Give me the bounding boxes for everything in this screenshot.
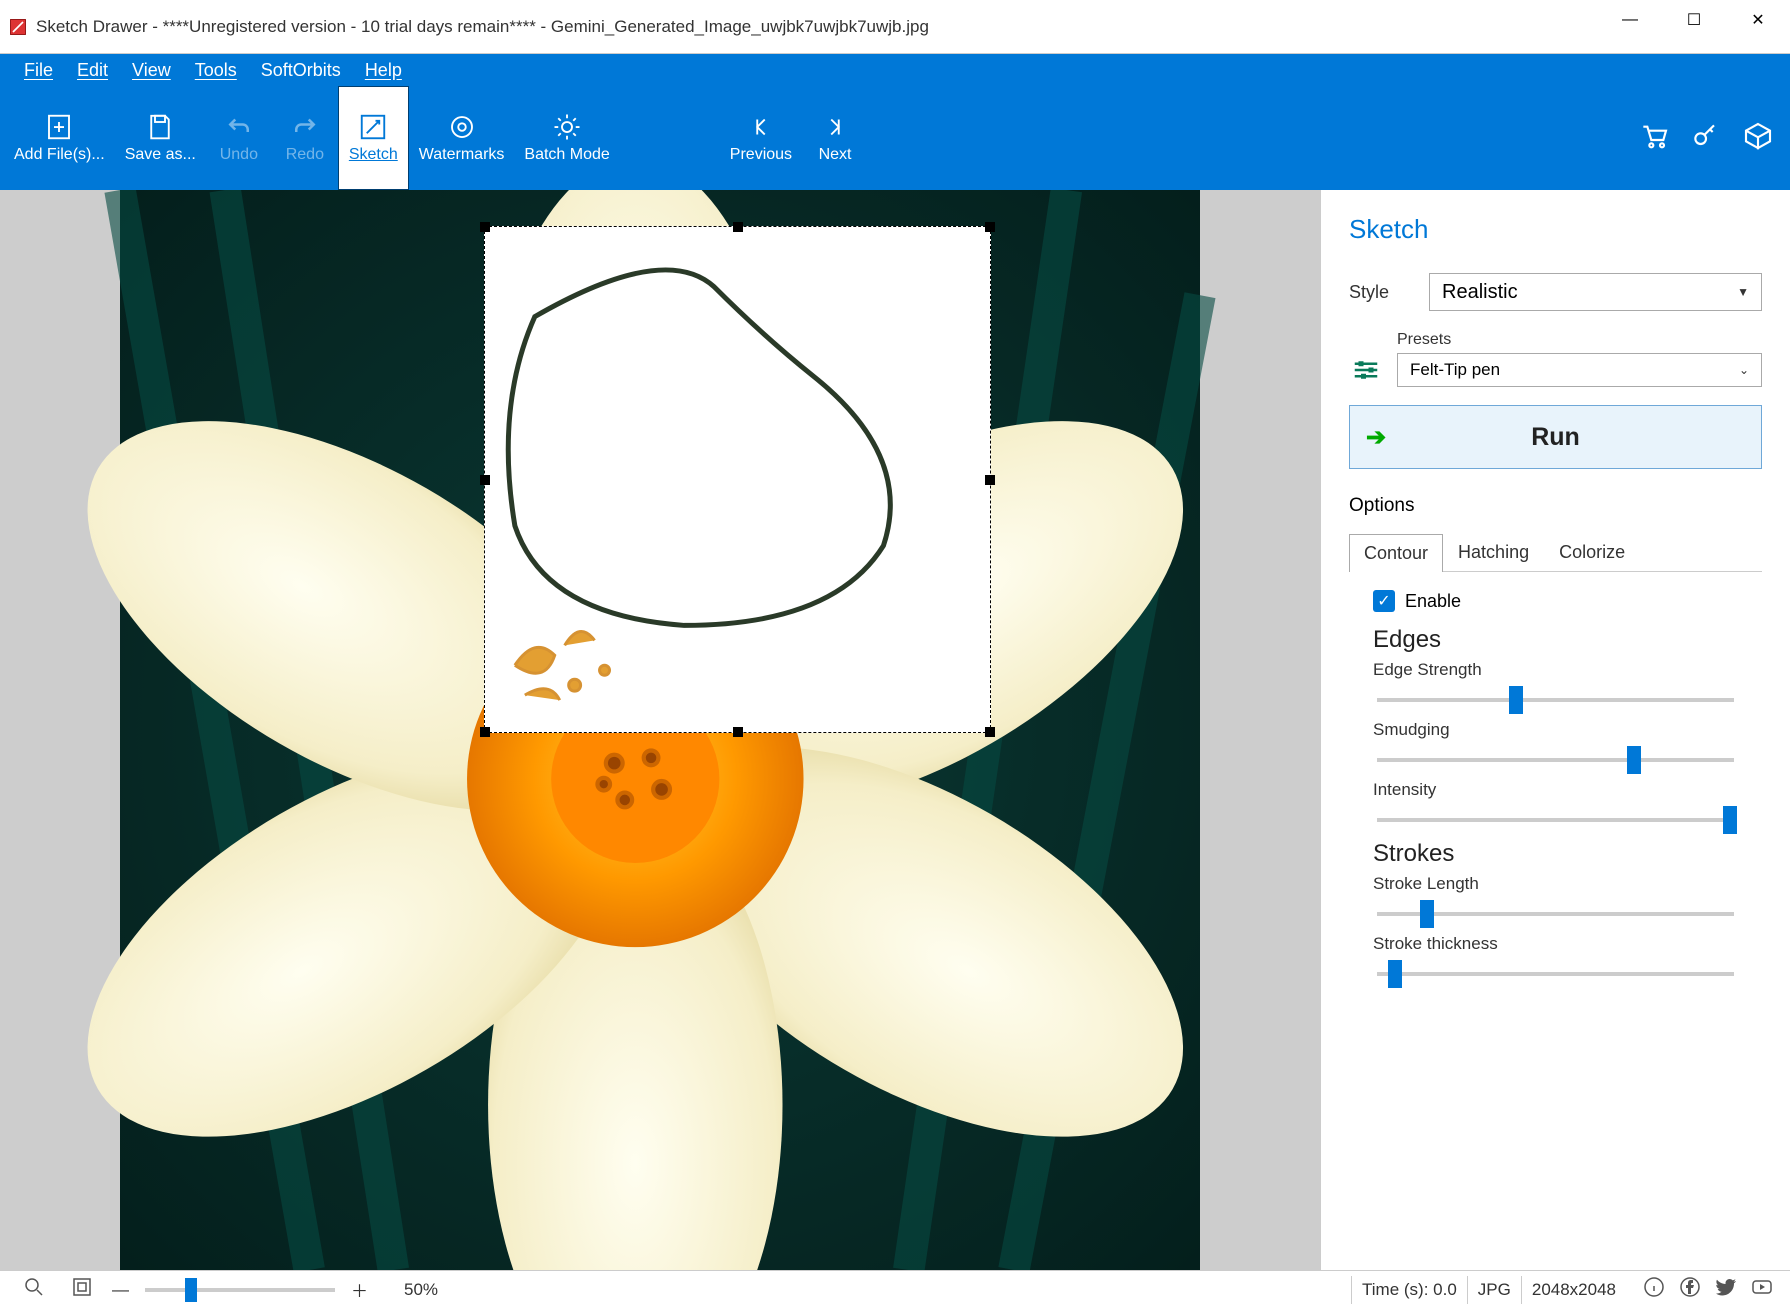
- zoom-value: 50%: [404, 1280, 438, 1300]
- package-icon[interactable]: [1742, 120, 1774, 157]
- style-label: Style: [1349, 282, 1409, 303]
- enable-label: Enable: [1405, 591, 1461, 612]
- stroke-length-slider[interactable]: [1377, 912, 1734, 916]
- dimensions-value: 2048x2048: [1532, 1280, 1616, 1300]
- options-tabs: Contour Hatching Colorize: [1349, 533, 1762, 572]
- redo-button: Redo: [272, 86, 338, 190]
- intensity-label: Intensity: [1373, 780, 1738, 800]
- watermarks-button[interactable]: Watermarks: [409, 86, 515, 190]
- chevron-down-icon: ▼: [1737, 285, 1749, 299]
- time-value: Time (s): 0.0: [1362, 1280, 1457, 1300]
- presets-settings-icon[interactable]: [1349, 353, 1383, 387]
- smudging-label: Smudging: [1373, 720, 1738, 740]
- maximize-button[interactable]: ☐: [1662, 0, 1726, 40]
- menu-bar: File Edit View Tools SoftOrbits Help: [0, 54, 1790, 86]
- menu-file[interactable]: File: [12, 56, 65, 85]
- preview-selection[interactable]: [484, 226, 991, 733]
- style-select[interactable]: Realistic ▼: [1429, 273, 1762, 311]
- sketch-preview: [485, 227, 990, 732]
- enable-checkbox[interactable]: ✓: [1373, 590, 1395, 612]
- zoom-out-button[interactable]: —: [106, 1280, 135, 1300]
- strokes-heading: Strokes: [1373, 840, 1762, 868]
- app-icon: [8, 17, 28, 37]
- chevron-down-icon: ⌄: [1739, 363, 1749, 377]
- smudging-slider[interactable]: [1377, 758, 1734, 762]
- previous-button[interactable]: Previous: [720, 86, 802, 190]
- format-value: JPG: [1478, 1280, 1511, 1300]
- batch-mode-button[interactable]: Batch Mode: [514, 86, 619, 190]
- resize-handle[interactable]: [985, 222, 995, 232]
- window-title: Sketch Drawer - ****Unregistered version…: [36, 17, 1782, 37]
- run-button[interactable]: ➔ Run: [1349, 405, 1762, 469]
- resize-handle[interactable]: [480, 475, 490, 485]
- save-as-button[interactable]: Save as...: [115, 86, 206, 190]
- resize-handle[interactable]: [733, 727, 743, 737]
- youtube-icon[interactable]: [1744, 1275, 1780, 1304]
- zoom-in-button[interactable]: ＋: [345, 1277, 374, 1302]
- resize-handle[interactable]: [985, 727, 995, 737]
- tab-hatching[interactable]: Hatching: [1443, 533, 1544, 571]
- twitter-icon[interactable]: [1708, 1275, 1744, 1304]
- next-button[interactable]: Next: [802, 86, 868, 190]
- resize-handle[interactable]: [480, 222, 490, 232]
- ribbon-toolbar: Add File(s)... Save as... Undo Redo Sket…: [0, 86, 1790, 190]
- run-arrow-icon: ➔: [1366, 423, 1386, 452]
- sketch-mode-button[interactable]: Sketch: [338, 86, 409, 190]
- title-bar: Sketch Drawer - ****Unregistered version…: [0, 0, 1790, 54]
- options-label: Options: [1349, 495, 1762, 517]
- stroke-length-label: Stroke Length: [1373, 874, 1738, 894]
- tab-colorize[interactable]: Colorize: [1544, 533, 1640, 571]
- sketch-panel: Sketch Style Realistic ▼ Presets Felt-Ti…: [1320, 190, 1790, 1270]
- key-icon[interactable]: [1690, 120, 1722, 157]
- facebook-icon[interactable]: [1672, 1275, 1708, 1304]
- minimize-button[interactable]: —: [1598, 0, 1662, 40]
- undo-button: Undo: [206, 86, 272, 190]
- close-button[interactable]: ✕: [1726, 0, 1790, 40]
- edge-strength-slider[interactable]: [1377, 698, 1734, 702]
- menu-view[interactable]: View: [120, 56, 183, 85]
- menu-tools[interactable]: Tools: [183, 56, 249, 85]
- canvas-area[interactable]: [0, 190, 1320, 1270]
- zoom-actual-icon[interactable]: [10, 1275, 58, 1304]
- panel-title: Sketch: [1349, 214, 1762, 245]
- zoom-slider[interactable]: [145, 1288, 335, 1292]
- stroke-thickness-label: Stroke thickness: [1373, 934, 1738, 954]
- menu-edit[interactable]: Edit: [65, 56, 120, 85]
- status-bar: — ＋ 50% Time (s): 0.0 JPG 2048x2048: [0, 1270, 1790, 1308]
- resize-handle[interactable]: [733, 222, 743, 232]
- zoom-fit-icon[interactable]: [58, 1275, 106, 1304]
- tab-contour[interactable]: Contour: [1349, 534, 1443, 572]
- intensity-slider[interactable]: [1377, 818, 1734, 822]
- menu-help[interactable]: Help: [353, 56, 414, 85]
- cart-icon[interactable]: [1638, 120, 1670, 157]
- edges-heading: Edges: [1373, 626, 1762, 654]
- presets-select[interactable]: Felt-Tip pen ⌄: [1397, 353, 1762, 387]
- info-icon[interactable]: [1636, 1275, 1672, 1304]
- resize-handle[interactable]: [480, 727, 490, 737]
- menu-softorbits[interactable]: SoftOrbits: [249, 56, 353, 85]
- presets-label: Presets: [1397, 331, 1762, 349]
- edge-strength-label: Edge Strength: [1373, 660, 1738, 680]
- resize-handle[interactable]: [985, 475, 995, 485]
- add-files-button[interactable]: Add File(s)...: [4, 86, 115, 190]
- stroke-thickness-slider[interactable]: [1377, 972, 1734, 976]
